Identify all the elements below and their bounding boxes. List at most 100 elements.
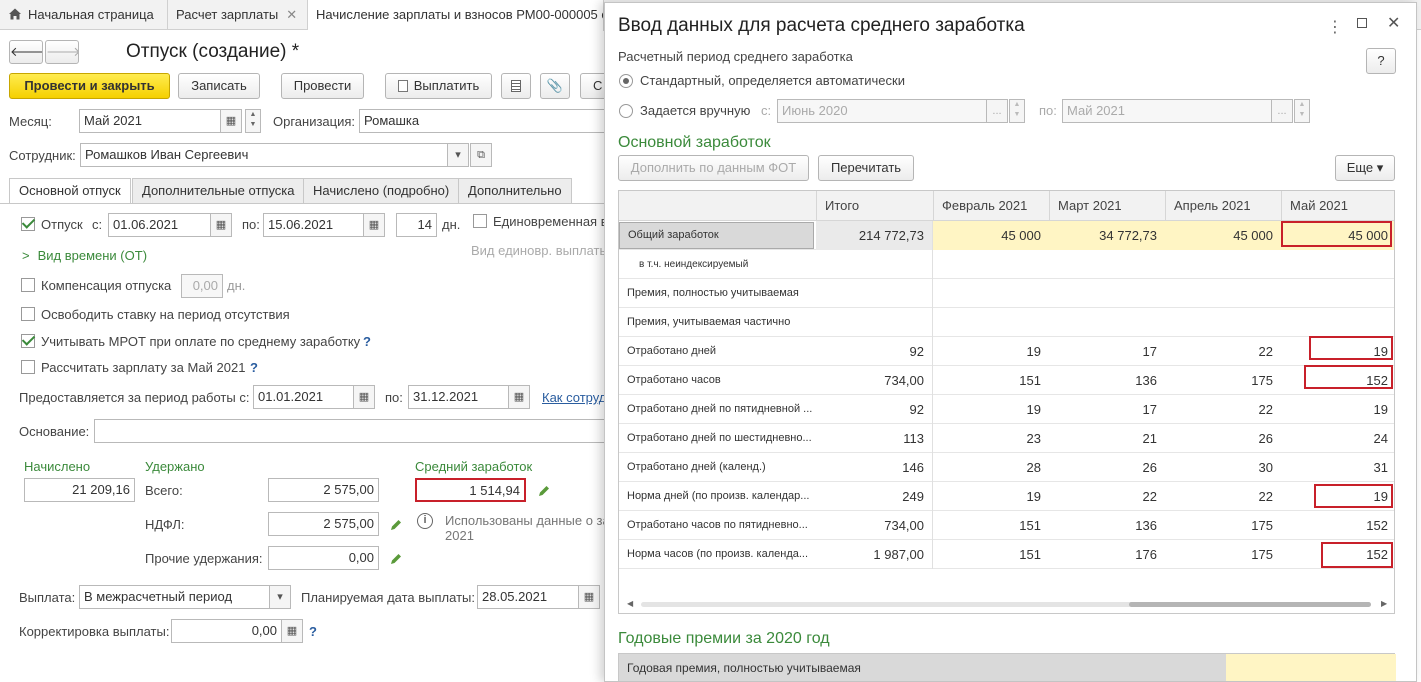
table-cell[interactable]: [1165, 279, 1281, 308]
tab-accrual[interactable]: Начисление зарплаты и взносов РМ00-00000…: [308, 0, 604, 31]
save-button[interactable]: Записать: [178, 73, 260, 99]
more-menu-button[interactable]: Еще ▾: [1335, 155, 1395, 181]
table-cell[interactable]: [816, 308, 933, 337]
open-icon[interactable]: ⧉: [470, 143, 492, 167]
table-cell[interactable]: 175: [1165, 511, 1281, 540]
pencil-icon[interactable]: [537, 484, 551, 498]
table-cell[interactable]: [1281, 279, 1394, 308]
tab-home[interactable]: Начальная страница: [0, 0, 168, 30]
table-row[interactable]: Отработано часов по пятидневно... 734,00 1…: [619, 511, 1394, 540]
table-row[interactable]: в т.ч. неиндексируемый: [619, 250, 1394, 279]
month-field[interactable]: Май 2021: [79, 109, 221, 133]
tab-main-vacation[interactable]: Основной отпуск: [9, 178, 131, 204]
calendar-icon[interactable]: ▦: [578, 585, 600, 609]
table-row[interactable]: Отработано дней по пятидневной ... 92 19 17…: [619, 395, 1394, 424]
table-cell[interactable]: 175: [1165, 540, 1281, 569]
table-cell[interactable]: [1165, 250, 1281, 279]
table-cell[interactable]: [1165, 308, 1281, 337]
help-icon[interactable]: ?: [250, 360, 258, 376]
table-cell[interactable]: 19: [933, 482, 1049, 511]
table-cell[interactable]: 175: [1165, 366, 1281, 395]
table-cell[interactable]: [1281, 250, 1394, 279]
table-cell[interactable]: 34 772,73: [1049, 221, 1165, 250]
lump-sum-checkbox[interactable]: [473, 214, 487, 228]
help-icon[interactable]: ?: [363, 334, 371, 350]
table-row[interactable]: Отработано часов 734,00 151 136 175 152: [619, 365, 1394, 395]
table-cell[interactable]: 136: [1049, 366, 1165, 395]
report-button[interactable]: [501, 73, 531, 99]
table-cell[interactable]: [1049, 308, 1165, 337]
table-cell[interactable]: 151: [933, 511, 1049, 540]
table-cell[interactable]: 21: [1049, 424, 1165, 453]
calendar-icon[interactable]: ▦: [353, 385, 375, 409]
to-date-field[interactable]: 15.06.2021: [263, 213, 364, 237]
table-cell[interactable]: [1281, 308, 1394, 337]
tab-additional[interactable]: Дополнительно: [458, 178, 572, 204]
table-cell[interactable]: 92: [816, 337, 933, 366]
mrot-checkbox[interactable]: [21, 334, 35, 348]
calendar-icon[interactable]: ▦: [220, 109, 242, 133]
table-cell[interactable]: 146: [816, 453, 933, 482]
table-cell[interactable]: 22: [1165, 482, 1281, 511]
table-row[interactable]: Отработано дней 92 19 17 22 19: [619, 336, 1394, 366]
tab-accrued-detail[interactable]: Начислено (подробно): [303, 178, 460, 204]
table-cell[interactable]: 26: [1049, 453, 1165, 482]
more-dots-icon[interactable]: ...: [986, 99, 1008, 123]
forward-button[interactable]: 🡒: [45, 40, 79, 64]
table-cell[interactable]: 151: [933, 540, 1049, 569]
radio-manual[interactable]: [619, 104, 633, 118]
table-cell[interactable]: 734,00: [816, 366, 933, 395]
how-link[interactable]: Как сотруд: [542, 390, 606, 406]
table-cell[interactable]: 136: [1049, 511, 1165, 540]
calculator-icon[interactable]: ▦: [281, 619, 303, 643]
from-spinner[interactable]: ▲ ▼: [1009, 99, 1025, 123]
table-cell[interactable]: 214 772,73: [816, 221, 933, 250]
table-cell[interactable]: 19: [933, 337, 1049, 366]
tab-payroll[interactable]: Расчет зарплаты ✕: [168, 0, 308, 30]
table-row[interactable]: Отработано дней по шестидневно... 113 23 21…: [619, 424, 1394, 453]
scroll-thumb[interactable]: [1129, 602, 1371, 607]
table-cell[interactable]: 22: [1165, 337, 1281, 366]
table-cell[interactable]: 176: [1049, 540, 1165, 569]
period-to-field[interactable]: 31.12.2021: [408, 385, 509, 409]
time-kind-link[interactable]: > Вид времени (ОТ): [22, 248, 147, 264]
scroll-left-icon[interactable]: ◀: [627, 599, 633, 608]
month-spinner[interactable]: ▲ ▼: [245, 109, 261, 133]
calendar-icon[interactable]: ▦: [210, 213, 232, 237]
table-cell[interactable]: 24: [1281, 424, 1394, 453]
basis-field[interactable]: [94, 419, 611, 443]
more-dots-icon[interactable]: ...: [1271, 99, 1293, 123]
table-cell[interactable]: 22: [1165, 395, 1281, 424]
manual-to-field[interactable]: Май 2021: [1062, 99, 1272, 123]
maximize-icon[interactable]: [1357, 18, 1367, 28]
calendar-icon[interactable]: ▦: [363, 213, 385, 237]
table-cell[interactable]: 45 000: [1165, 221, 1281, 250]
compensation-checkbox[interactable]: [21, 278, 35, 292]
chevron-down-icon[interactable]: ▾: [269, 585, 291, 609]
days-field[interactable]: 14: [396, 213, 437, 237]
table-cell[interactable]: 45 000: [933, 221, 1049, 250]
help-icon[interactable]: ?: [309, 624, 317, 640]
table-cell[interactable]: 734,00: [816, 511, 933, 540]
post-button[interactable]: Провести: [281, 73, 364, 99]
employee-field[interactable]: Ромашков Иван Сергеевич: [80, 143, 448, 167]
attach-button[interactable]: 📎: [540, 73, 570, 99]
table-cell[interactable]: 28: [933, 453, 1049, 482]
pay-button[interactable]: Выплатить: [385, 73, 492, 99]
table-cell[interactable]: [933, 308, 1049, 337]
organization-field[interactable]: Ромашка: [359, 109, 611, 133]
compensation-field[interactable]: 0,00: [181, 274, 223, 298]
table-cell[interactable]: [933, 279, 1049, 308]
recalc-button[interactable]: Перечитать: [818, 155, 914, 181]
table-cell[interactable]: 26: [1165, 424, 1281, 453]
from-date-field[interactable]: 01.06.2021: [108, 213, 211, 237]
pencil-icon[interactable]: [389, 518, 403, 532]
fill-fot-button[interactable]: Дополнить по данным ФОТ: [618, 155, 809, 181]
table-cell[interactable]: 92: [816, 395, 933, 424]
back-button[interactable]: 🡐: [9, 40, 43, 64]
vacation-checkbox[interactable]: [21, 217, 35, 231]
table-cell[interactable]: 23: [933, 424, 1049, 453]
table-row[interactable]: Норма часов (по произв. календа... 1 987,…: [619, 540, 1394, 569]
table-row[interactable]: Премия, учитываемая частично: [619, 308, 1394, 337]
scroll-right-icon[interactable]: ▶: [1381, 599, 1387, 608]
